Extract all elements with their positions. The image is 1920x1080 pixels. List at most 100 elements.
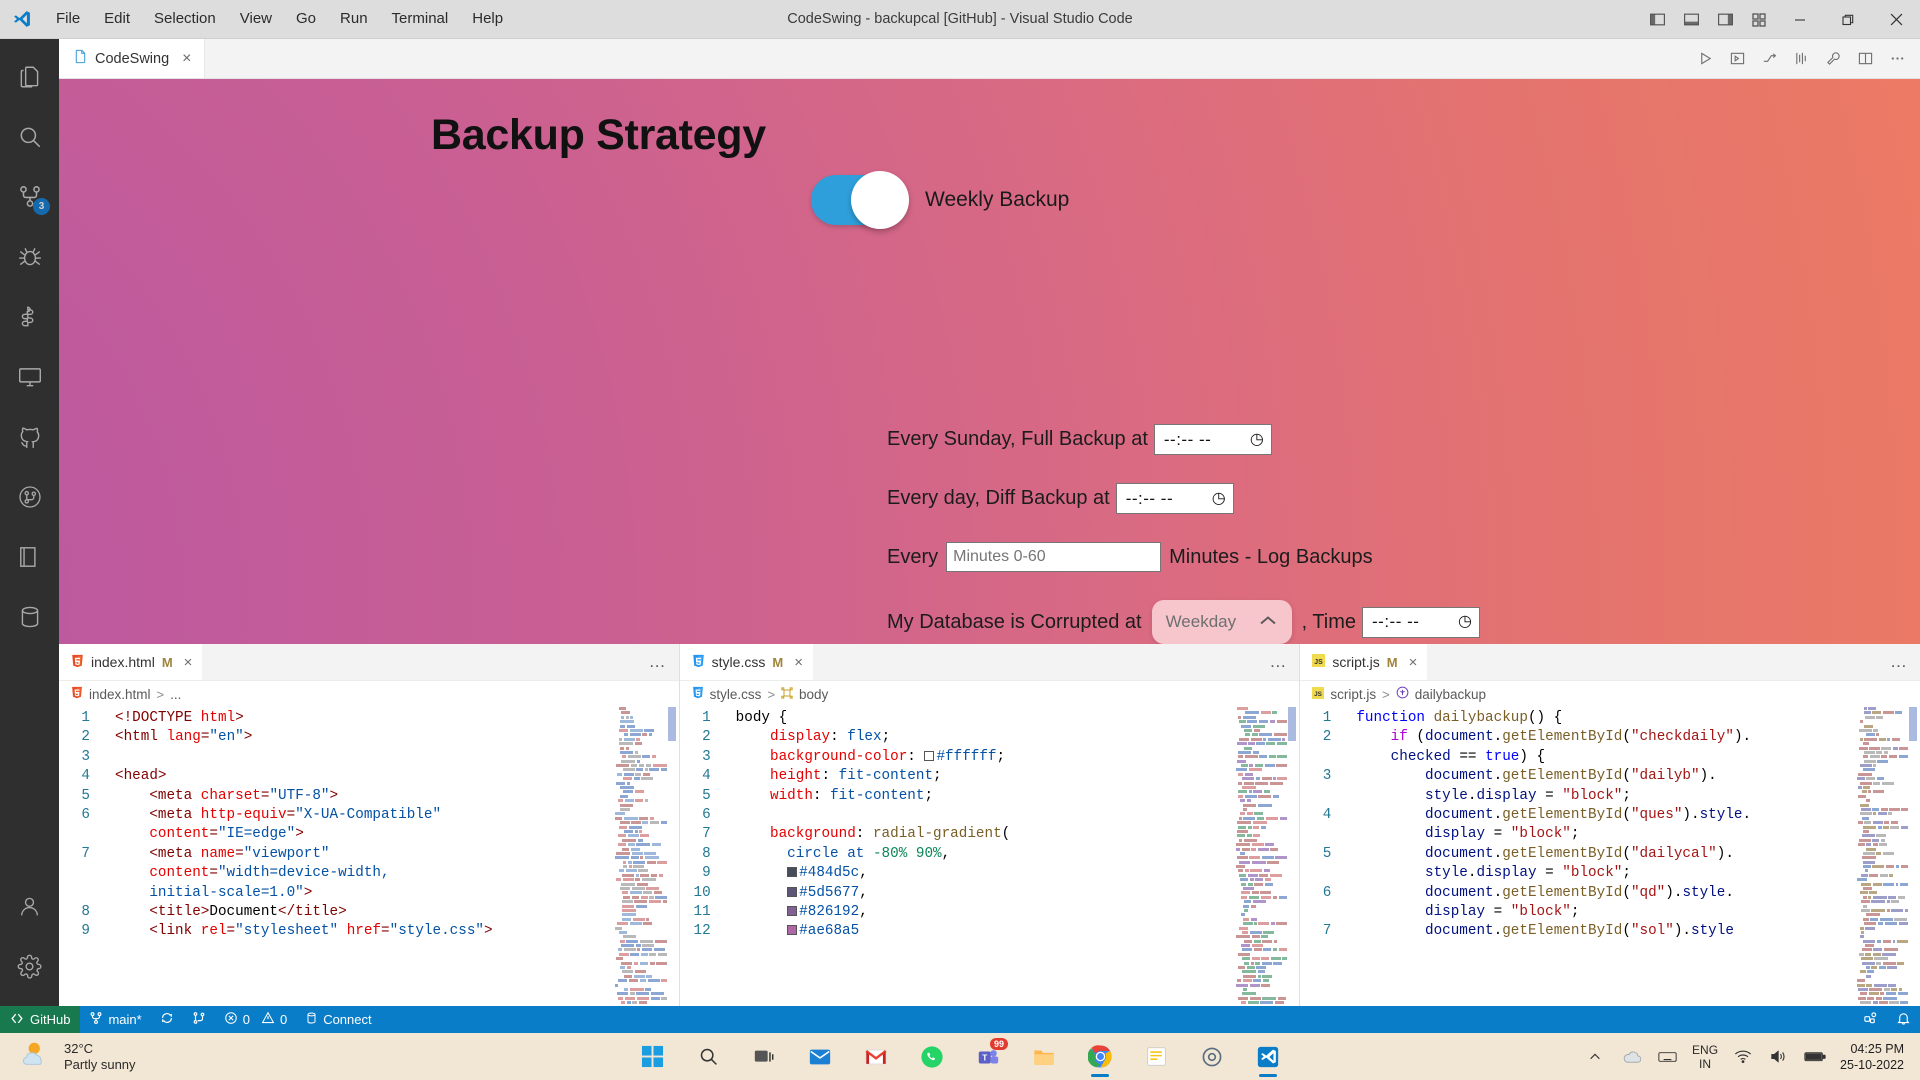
sidebar-item-github-pull-requests[interactable] (0, 467, 59, 527)
taskbar-teams-button[interactable]: T 99 (967, 1036, 1009, 1078)
status-notifications[interactable] (1887, 1006, 1920, 1033)
sidebar-item-remote-explorer[interactable] (0, 347, 59, 407)
minimap[interactable] (611, 707, 667, 1006)
code-editor-script-js[interactable]: 12 3 4 5 6 7 function dailybackup() { if… (1300, 707, 1920, 1006)
more-actions-icon[interactable]: … (649, 644, 679, 680)
taskbar-file-explorer-button[interactable] (1023, 1036, 1065, 1078)
remote-icon (10, 1012, 24, 1028)
scroll-thumb[interactable] (1288, 707, 1297, 741)
minimize-icon[interactable] (1776, 0, 1824, 39)
taskbar-gmail-button[interactable] (855, 1036, 897, 1078)
status-problems[interactable]: 0 0 (215, 1006, 296, 1033)
taskbar-settings-button[interactable] (1191, 1036, 1233, 1078)
menu-edit[interactable]: Edit (92, 6, 142, 32)
settings-wrench-icon[interactable] (1818, 44, 1848, 74)
sidebar-item-search[interactable] (0, 107, 59, 167)
close-icon[interactable]: × (184, 654, 193, 671)
menu-file[interactable]: File (44, 6, 92, 32)
breadcrumb-symbol[interactable]: dailybackup (1415, 687, 1486, 702)
taskbar-sticky-notes-button[interactable] (1135, 1036, 1177, 1078)
breadcrumb-file[interactable]: script.js (1330, 687, 1376, 702)
breadcrumb-symbol[interactable]: ... (170, 687, 181, 702)
panel-right-icon[interactable] (1708, 0, 1742, 39)
clock-icon[interactable]: ◷ (1250, 431, 1264, 448)
diff-backup-time-input[interactable]: --:-- -- ◷ (1115, 483, 1234, 514)
menu-selection[interactable]: Selection (142, 6, 228, 32)
code-editor-index-html[interactable]: 123456 7 89 <!DOCTYPE html> <html lang="e… (59, 707, 679, 1006)
breadcrumb-file[interactable]: style.css (710, 687, 762, 702)
weekly-backup-toggle[interactable] (811, 171, 909, 229)
weekday-select[interactable]: Weekday (1151, 600, 1292, 644)
taskbar-whatsapp-button[interactable] (911, 1036, 953, 1078)
more-actions-icon[interactable]: … (1269, 644, 1299, 680)
tab-script-js[interactable]: JS script.js M × (1300, 644, 1428, 680)
sidebar-item-notebook[interactable] (0, 527, 59, 587)
gear-icon[interactable] (0, 936, 59, 996)
scrollbar[interactable] (1288, 707, 1297, 1006)
split-swing-icon[interactable] (1754, 44, 1784, 74)
run-icon[interactable] (1690, 44, 1720, 74)
status-sync[interactable] (151, 1006, 183, 1033)
taskbar-start-button[interactable] (631, 1036, 673, 1078)
breadcrumb-file[interactable]: index.html (89, 687, 151, 702)
status-remote-host[interactable]: GitHub (0, 1006, 81, 1033)
minimap[interactable] (1231, 707, 1288, 1006)
run-side-icon[interactable] (1722, 44, 1752, 74)
editor-actions[interactable] (1690, 39, 1920, 78)
corrupted-time-input[interactable]: --:-- -- ◷ (1362, 606, 1481, 638)
breadcrumb-script-js[interactable]: JS script.js > dailybackup (1300, 681, 1920, 707)
clock-icon[interactable]: ◷ (1212, 490, 1226, 507)
scrollbar[interactable] (667, 707, 677, 1006)
tab-style-css[interactable]: style.css M × (679, 644, 813, 680)
status-pull-requests[interactable] (183, 1006, 215, 1033)
scroll-thumb[interactable] (1909, 707, 1918, 741)
minimap[interactable] (1852, 707, 1909, 1006)
sidebar-item-run-and-debug[interactable] (0, 227, 59, 287)
taskbar-mail-button[interactable] (799, 1036, 841, 1078)
breadcrumb-style-css[interactable]: style.css > body (679, 681, 1300, 707)
log-backup-minutes-input[interactable] (946, 542, 1162, 572)
menu-bar[interactable]: File Edit Selection View Go Run Terminal… (44, 6, 515, 32)
status-connect[interactable]: Connect (296, 1006, 380, 1033)
taskbar-chrome-button[interactable] (1079, 1036, 1121, 1078)
full-backup-time-input[interactable]: --:-- -- ◷ (1153, 424, 1272, 455)
panel-left-icon[interactable] (1640, 0, 1674, 39)
close-icon[interactable]: × (1409, 654, 1418, 671)
tab-index-html[interactable]: index.html M × (59, 644, 203, 680)
menu-go[interactable]: Go (284, 6, 328, 32)
split-editor-icon[interactable] (1850, 44, 1880, 74)
window-controls[interactable] (1640, 0, 1920, 39)
close-icon[interactable]: × (182, 50, 191, 67)
taskbar-task-view-button[interactable] (743, 1036, 785, 1078)
breadcrumb-symbol[interactable]: body (799, 687, 828, 702)
scrollbar[interactable] (1909, 707, 1918, 1006)
status-live-share[interactable] (1854, 1006, 1887, 1033)
sidebar-item-database[interactable] (0, 587, 59, 647)
customize-layout-icon[interactable] (1742, 0, 1776, 39)
sidebar-item-source-control[interactable]: 3 (0, 167, 59, 227)
sidebar-item-extensions[interactable] (0, 287, 59, 347)
sync-icon (160, 1011, 174, 1028)
panel-bottom-icon[interactable] (1674, 0, 1708, 39)
clock-icon[interactable]: ◷ (1458, 614, 1472, 630)
sidebar-item-github[interactable] (0, 407, 59, 467)
taskbar-vscode-button[interactable] (1247, 1036, 1289, 1078)
menu-help[interactable]: Help (460, 6, 515, 32)
more-actions-icon[interactable] (1882, 44, 1912, 74)
breadcrumb-index-html[interactable]: index.html > ... (59, 681, 679, 707)
status-branch[interactable]: main* (80, 1006, 150, 1033)
close-icon[interactable]: × (794, 654, 803, 671)
compare-icon[interactable] (1786, 44, 1816, 74)
accounts-icon[interactable] (0, 876, 59, 936)
restore-icon[interactable] (1824, 0, 1872, 39)
code-editor-style-css[interactable]: 1 2 3 4 5 6 7 8 9 10 11 12 body { display: flex; ba… (679, 707, 1300, 1006)
tab-codeswing[interactable]: CodeSwing × (59, 39, 205, 78)
menu-view[interactable]: View (228, 6, 284, 32)
taskbar-search-button[interactable] (687, 1036, 729, 1078)
scroll-thumb[interactable] (667, 707, 676, 741)
sidebar-item-explorer[interactable] (0, 47, 59, 107)
close-icon[interactable] (1872, 0, 1920, 39)
more-actions-icon[interactable]: … (1890, 644, 1920, 680)
menu-terminal[interactable]: Terminal (380, 6, 461, 32)
menu-run[interactable]: Run (328, 6, 380, 32)
